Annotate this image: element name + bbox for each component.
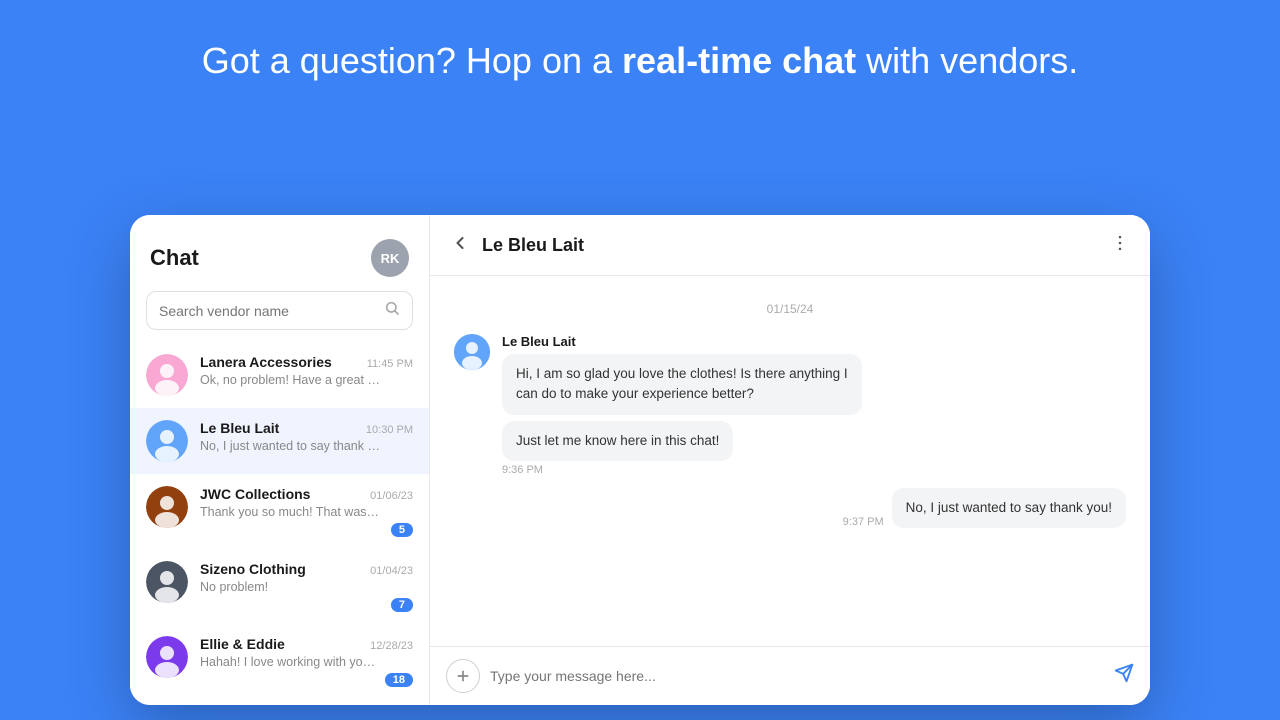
- chat-item-avatar: [146, 561, 188, 603]
- chat-item-avatar: [146, 486, 188, 528]
- chat-item-time: 10:30 PM: [366, 424, 413, 436]
- my-message-time: 9:37 PM: [843, 516, 884, 528]
- chat-item-preview: No problem!: [200, 580, 380, 594]
- chat-list-item[interactable]: Ellie & Eddie 12/28/23 Hahah! I love wor…: [130, 624, 429, 699]
- sender-name: Le Bleu Lait: [502, 334, 1126, 349]
- chat-list-item[interactable]: JWC Collections 01/06/23 Thank you so mu…: [130, 474, 429, 549]
- message-sender-row: Le Bleu Lait Hi, I am so glad you love t…: [454, 334, 1126, 415]
- message-bubble-1: Hi, I am so glad you love the clothes! I…: [502, 354, 862, 415]
- send-button[interactable]: [1114, 663, 1134, 689]
- chat-item-top: Sizeno Clothing 01/04/23: [200, 561, 413, 577]
- chat-item-bottom: 7: [200, 598, 413, 612]
- chat-item-bottom: 18: [200, 673, 413, 687]
- chat-main-vendor-name: Le Bleu Lait: [482, 235, 1110, 256]
- chat-item-top: JWC Collections 01/06/23: [200, 486, 413, 502]
- chat-item-body: Ellie & Eddie 12/28/23 Hahah! I love wor…: [200, 636, 413, 687]
- hero-text-normal: Got a question? Hop on a: [202, 40, 612, 81]
- sender-avatar: [454, 334, 490, 370]
- unread-badge: 18: [385, 673, 413, 687]
- message-bubble-2: Just let me know here in this chat!: [502, 421, 733, 461]
- chat-item-preview: Ok, no problem! Have a great day!: [200, 373, 380, 387]
- chat-item-name: Lanera Accessories: [200, 354, 332, 370]
- chat-item-body: Le Bleu Lait 10:30 PM No, I just wanted …: [200, 420, 413, 453]
- chat-list-title: Chat: [150, 245, 199, 271]
- sender-message-content: Le Bleu Lait Hi, I am so glad you love t…: [502, 334, 1126, 415]
- chat-items-list: Lanera Accessories 11:45 PM Ok, no probl…: [130, 342, 429, 705]
- chat-item-avatar: [146, 420, 188, 462]
- chat-item-bottom: 5: [200, 523, 413, 537]
- chat-list-item[interactable]: Sizeno Clothing 01/04/23 No problem! 7: [130, 549, 429, 624]
- message-input[interactable]: [490, 668, 1104, 684]
- chat-item-name: Le Bleu Lait: [200, 420, 279, 436]
- back-button[interactable]: [450, 233, 470, 257]
- chat-item-time: 01/04/23: [370, 565, 413, 577]
- chat-item-time: 12/28/23: [370, 640, 413, 652]
- chat-item-time: 01/06/23: [370, 490, 413, 502]
- chat-item-preview: Hahah! I love working with you Sasha!: [200, 655, 380, 669]
- unread-badge: 5: [391, 523, 413, 537]
- app-window: Chat RK Lan: [130, 215, 1150, 705]
- chat-list-item[interactable]: Le Bleu Lait 10:30 PM No, I just wanted …: [130, 408, 429, 474]
- chat-main-panel: Le Bleu Lait 01/15/24: [430, 215, 1150, 705]
- date-divider: 01/15/24: [454, 302, 1126, 316]
- chat-item-top: Lanera Accessories 11:45 PM: [200, 354, 413, 370]
- hero-headline: Got a question? Hop on a real-time chat …: [0, 0, 1280, 115]
- chat-item-top: Le Bleu Lait 10:30 PM: [200, 420, 413, 436]
- chat-list-header: Chat RK: [130, 215, 429, 291]
- chat-item-avatar: [146, 636, 188, 678]
- chat-item-body: Sizeno Clothing 01/04/23 No problem! 7: [200, 561, 413, 612]
- chat-main-header: Le Bleu Lait: [430, 215, 1150, 276]
- chat-list-item[interactable]: Lanera Accessories 11:45 PM Ok, no probl…: [130, 342, 429, 408]
- chat-item-name: Sizeno Clothing: [200, 561, 306, 577]
- unread-badge: 7: [391, 598, 413, 612]
- chat-item-name: JWC Collections: [200, 486, 310, 502]
- chat-input-bar: [430, 646, 1150, 705]
- attach-button[interactable]: [446, 659, 480, 693]
- chat-item-preview: No, I just wanted to say thank you!: [200, 439, 380, 453]
- chat-messages: 01/15/24 Le Bleu Lait: [430, 276, 1150, 646]
- chat-list-panel: Chat RK Lan: [130, 215, 430, 705]
- search-input[interactable]: [159, 303, 384, 319]
- hero-text-bold: real-time chat: [622, 40, 856, 81]
- my-message-bubble: No, I just wanted to say thank you!: [892, 488, 1126, 528]
- chat-item-time: 11:45 PM: [367, 358, 413, 370]
- message-group-sender: Le Bleu Lait Hi, I am so glad you love t…: [454, 334, 1126, 476]
- message-time-1: 9:36 PM: [502, 464, 1126, 476]
- chat-item-body: JWC Collections 01/06/23 Thank you so mu…: [200, 486, 413, 537]
- chat-item-avatar: [146, 354, 188, 396]
- chat-item-preview: Thank you so much! That was very helpful…: [200, 505, 380, 519]
- search-bar[interactable]: [146, 291, 413, 330]
- search-icon: [384, 300, 400, 321]
- my-message-row: 9:37 PM No, I just wanted to say thank y…: [454, 488, 1126, 528]
- user-avatar[interactable]: RK: [371, 239, 409, 277]
- more-options-button[interactable]: [1110, 233, 1130, 257]
- my-message-inner: 9:37 PM No, I just wanted to say thank y…: [843, 488, 1126, 528]
- hero-text-end: with vendors.: [866, 40, 1078, 81]
- chat-item-top: Ellie & Eddie 12/28/23: [200, 636, 413, 652]
- chat-item-name: Ellie & Eddie: [200, 636, 285, 652]
- chat-item-body: Lanera Accessories 11:45 PM Ok, no probl…: [200, 354, 413, 387]
